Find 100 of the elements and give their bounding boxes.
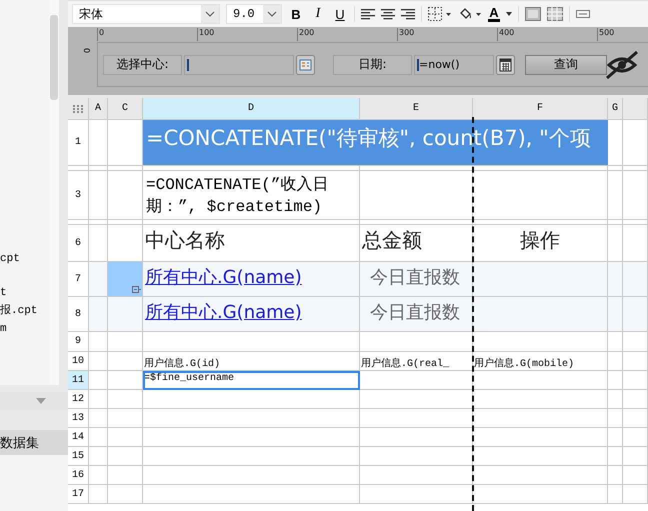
column-header[interactable]: C (108, 98, 143, 120)
table-cell: 用户信息.G(id) (143, 352, 360, 371)
font-size-select[interactable]: 9.0 (226, 4, 282, 24)
table-cell (89, 409, 108, 428)
row-header[interactable]: 15 (68, 447, 89, 466)
hidden-eye-icon[interactable] (603, 50, 641, 80)
font-select[interactable]: 宋体 (72, 4, 220, 24)
row-header[interactable]: 13 (68, 409, 89, 428)
marked-cell[interactable] (108, 262, 143, 297)
font-color-button[interactable]: A (488, 6, 500, 22)
table-cell (608, 171, 623, 220)
table-cell (623, 428, 648, 447)
chevron-down-icon (205, 11, 215, 17)
row-header[interactable]: 14 (68, 428, 89, 447)
file-name[interactable]: t (0, 284, 49, 302)
table-cell (108, 390, 143, 409)
row-header[interactable]: 9 (68, 332, 89, 352)
cell-icon[interactable] (576, 10, 590, 18)
expand-marker-icon (132, 286, 141, 294)
table-cell (608, 120, 623, 166)
align-left-icon[interactable] (361, 8, 375, 20)
table-cell (623, 352, 648, 371)
fill-bucket-icon[interactable] (458, 7, 482, 21)
ruler-label: 0 (97, 28, 104, 41)
ruler-label: 100 (197, 28, 214, 41)
merge-cells-icon[interactable] (525, 7, 541, 21)
table-cell (623, 120, 648, 166)
table-cell: 用户信息.G(mobile) (473, 352, 608, 371)
column-header[interactable]: A (89, 98, 108, 120)
table-cell: =CONCATENATE(”收入日期：”, $createtime) (143, 171, 360, 220)
table-cell (608, 466, 623, 485)
column-header[interactable]: D (143, 98, 360, 120)
ruler-label: 500 (597, 28, 614, 41)
row-header[interactable]: 6 (68, 225, 89, 262)
title-cell: =CONCATENATE("待审核", count(B7), "个项 (143, 120, 608, 166)
table-cell (608, 428, 623, 447)
calendar-icon[interactable] (496, 54, 515, 74)
table-cell (608, 332, 623, 352)
underline-button[interactable]: U (332, 6, 348, 22)
align-right-icon[interactable] (401, 8, 415, 20)
table-cell (108, 428, 143, 447)
table-cell (108, 371, 143, 390)
center-label: 选择中心: (103, 54, 182, 74)
file-name[interactable]: m (0, 320, 49, 338)
table-cell (623, 390, 648, 409)
center-input[interactable] (184, 54, 294, 74)
row-header[interactable]: 17 (68, 485, 89, 504)
row-header[interactable]: 10 (68, 352, 89, 371)
file-name[interactable]: 报.cpt (0, 302, 49, 320)
table-cell (608, 352, 623, 371)
table-cell (108, 466, 143, 485)
tree-picker-icon[interactable] (296, 54, 315, 74)
table-cell (89, 262, 108, 297)
table-cell (89, 485, 108, 504)
file-name[interactable]: cpt (0, 250, 49, 268)
column-header[interactable]: G (608, 98, 623, 120)
table-cell (89, 371, 108, 390)
table-cell (89, 428, 108, 447)
border-icon[interactable] (428, 7, 452, 21)
table-grid-icon[interactable] (547, 7, 563, 21)
table-cell (623, 466, 648, 485)
align-center-icon[interactable] (381, 8, 395, 20)
scrollbar-thumb[interactable] (50, 15, 58, 100)
row-header[interactable]: 7 (68, 262, 89, 297)
column-header[interactable]: F (473, 98, 608, 120)
table-cell: 今日直报数 (360, 297, 473, 332)
table-cell (623, 171, 648, 220)
date-input[interactable]: =now() (414, 54, 494, 74)
column-header[interactable]: E (360, 98, 473, 120)
ruler-label: 200 (297, 28, 314, 41)
row-header[interactable]: 12 (68, 390, 89, 409)
table-cell (108, 409, 143, 428)
row-header[interactable]: 1 (68, 120, 89, 166)
table-cell (623, 447, 648, 466)
table-cell (623, 409, 648, 428)
chevron-down-icon (267, 11, 277, 17)
italic-button[interactable]: I (310, 6, 326, 22)
table-cell (608, 409, 623, 428)
table-cell (608, 297, 623, 332)
table-cell (89, 447, 108, 466)
table-cell (89, 466, 108, 485)
table-cell (608, 371, 623, 390)
row-header[interactable]: 8 (68, 297, 89, 332)
row-header[interactable]: 3 (68, 171, 89, 220)
row-header[interactable]: 16 (68, 466, 89, 485)
query-button[interactable]: 查询 (525, 54, 607, 74)
table-cell (608, 485, 623, 504)
row-header[interactable]: 11 (68, 371, 89, 390)
table-cell (89, 171, 108, 220)
chevron-down-icon[interactable] (506, 12, 512, 16)
table-cell (89, 390, 108, 409)
bold-button[interactable]: B (288, 6, 304, 22)
table-cell (89, 332, 108, 352)
table-cell (108, 447, 143, 466)
ruler-label: 400 (497, 28, 514, 41)
table-cell: 今日直报数 (360, 262, 473, 297)
active-cell[interactable]: =$fine_username (143, 371, 360, 390)
scrollbar-track[interactable] (49, 0, 59, 385)
table-cell (108, 485, 143, 504)
table-cell (89, 352, 108, 371)
